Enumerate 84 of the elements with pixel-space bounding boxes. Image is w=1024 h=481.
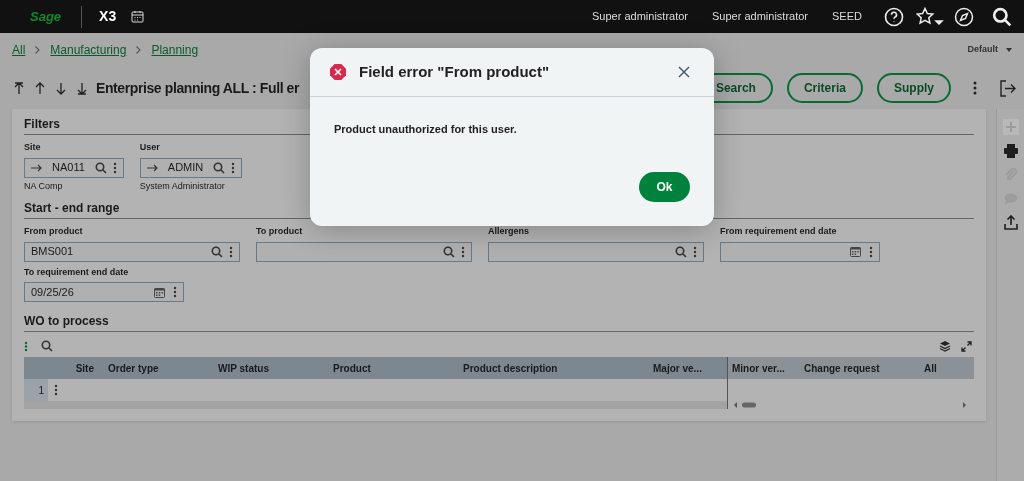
export-icon[interactable]: [1002, 215, 1019, 231]
column-header[interactable]: Order type: [104, 360, 214, 376]
more-icon[interactable]: [112, 161, 117, 174]
input-field[interactable]: NA011: [24, 157, 124, 178]
field-value: NA011: [52, 160, 85, 176]
field-label: To product: [256, 225, 304, 238]
column-header[interactable]: Minor ver...: [728, 360, 800, 376]
header-menu-item[interactable]: SEED: [832, 8, 862, 25]
input-field[interactable]: [256, 241, 472, 262]
close-icon[interactable]: [678, 66, 690, 78]
search-icon[interactable]: [992, 6, 1012, 27]
search-icon[interactable]: [41, 340, 53, 352]
navigation-arrow-icon[interactable]: [14, 81, 24, 95]
column-header[interactable]: Change request: [800, 360, 920, 376]
page-title: Enterprise planning ALL : Full er: [96, 78, 300, 98]
view-selector[interactable]: Default: [967, 43, 1012, 57]
chevron-icon: [136, 46, 142, 54]
calendar-icon[interactable]: [850, 246, 861, 257]
input-field[interactable]: BMS001: [24, 241, 240, 262]
navigation-arrow-icon[interactable]: [77, 81, 87, 95]
column-header[interactable]: Major ve...: [649, 360, 719, 376]
action-button[interactable]: Criteria: [786, 73, 863, 103]
breadcrumb-link[interactable]: Planning: [151, 41, 199, 59]
field-label: To requirement end date: [24, 265, 130, 279]
field-note: NA Comp: [24, 179, 64, 193]
field-label: User: [139, 141, 161, 154]
exit-icon[interactable]: [999, 79, 1016, 97]
section-title: WO to process: [24, 312, 974, 332]
field-label: Allergens: [488, 225, 530, 238]
product-name[interactable]: X3: [99, 6, 117, 27]
more-icon[interactable]: [173, 286, 177, 298]
column-header[interactable]: All: [920, 360, 960, 376]
column-header[interactable]: Product: [329, 360, 459, 376]
breadcrumb-link[interactable]: Manufacturing: [50, 41, 127, 59]
arrow-icon: [31, 163, 42, 172]
compass-icon[interactable]: [954, 6, 974, 27]
row-number: 1: [24, 379, 48, 401]
header-menu-item[interactable]: Super administrator: [592, 8, 689, 25]
input-field[interactable]: ADMIN: [139, 157, 243, 178]
more-icon[interactable]: [973, 81, 977, 95]
search-icon[interactable]: [213, 161, 226, 174]
column-header[interactable]: WIP status: [214, 360, 329, 376]
field-note: System Administrator: [139, 179, 226, 193]
help-icon[interactable]: [884, 6, 904, 27]
dialog-message: Product unauthorized for this user.: [333, 122, 518, 137]
input-field[interactable]: 09/25/26: [24, 282, 184, 302]
header-menu-item[interactable]: Super administrator: [712, 8, 809, 25]
search-icon[interactable]: [443, 245, 455, 258]
search-icon[interactable]: [94, 161, 107, 174]
navigation-arrow-icon[interactable]: [35, 81, 45, 95]
more-icon[interactable]: [231, 161, 236, 174]
field-value: ADMIN: [167, 160, 204, 176]
field-value: 09/25/26: [31, 284, 75, 300]
dialog-title: Field error "From product": [359, 61, 550, 82]
expand-icon[interactable]: [961, 340, 972, 352]
column-header[interactable]: Product description: [459, 360, 649, 376]
navigation-arrow-icon[interactable]: [56, 81, 66, 95]
breadcrumb-link[interactable]: All: [12, 41, 26, 59]
search-icon[interactable]: [211, 245, 223, 258]
ok-button[interactable]: Ok: [639, 172, 690, 202]
caret-icon: [1006, 48, 1012, 52]
horizontal-scrollbar[interactable]: [732, 401, 968, 409]
column-header[interactable]: Site: [24, 360, 104, 376]
error-icon: [330, 64, 346, 80]
more-icon[interactable]: [869, 245, 873, 258]
field-label: From requirement end date: [720, 225, 838, 238]
chevron-icon: [35, 46, 41, 54]
search-icon[interactable]: [675, 245, 687, 258]
more-icon[interactable]: [229, 245, 233, 258]
field-label: Site: [24, 141, 42, 154]
field-label: From product: [24, 225, 84, 238]
layers-icon[interactable]: [939, 340, 951, 352]
field-value: BMS001: [31, 244, 75, 260]
favorites-icon[interactable]: [916, 6, 944, 27]
action-button[interactable]: Supply: [877, 73, 951, 103]
more-icon[interactable]: [693, 245, 697, 258]
logo[interactable]: Sage: [30, 6, 62, 27]
more-icon[interactable]: [54, 384, 58, 396]
more-icon[interactable]: [461, 245, 465, 258]
input-field[interactable]: [720, 241, 880, 262]
input-field[interactable]: [488, 241, 704, 262]
grid-menu-icon[interactable]: [24, 340, 29, 352]
calendar-icon[interactable]: [154, 286, 165, 298]
arrow-icon: [146, 163, 158, 172]
